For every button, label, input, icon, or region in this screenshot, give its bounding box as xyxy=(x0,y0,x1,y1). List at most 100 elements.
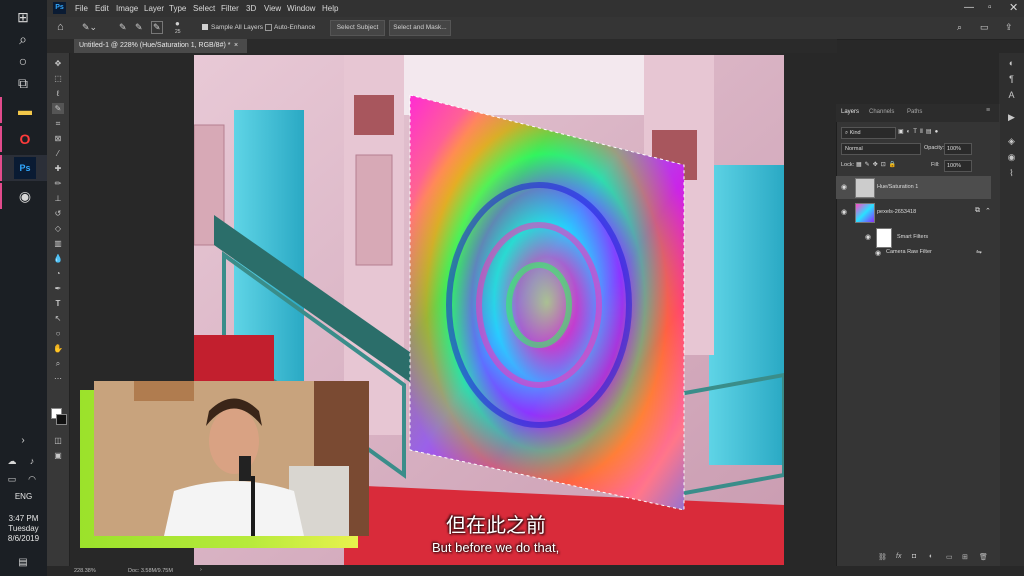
brush-tool-icon[interactable]: ✏ xyxy=(52,178,64,189)
type-tool-icon[interactable]: T xyxy=(52,298,64,309)
wifi-icon[interactable]: ◠ xyxy=(26,468,38,490)
select-and-mask-button[interactable]: Select and Mask... xyxy=(389,20,451,36)
layer-row[interactable]: ◉ Hue/Saturation 1 xyxy=(836,176,991,199)
menu-filter[interactable]: Filter xyxy=(221,4,239,13)
tab-channels[interactable]: Channels xyxy=(869,109,894,115)
menu-edit[interactable]: Edit xyxy=(95,4,109,13)
notification-icon[interactable]: ▤ xyxy=(12,552,34,574)
menu-select[interactable]: Select xyxy=(193,4,215,13)
home-icon[interactable]: ⌂ xyxy=(57,21,64,33)
minimize-icon[interactable]: — xyxy=(964,2,974,13)
visibility-eye-icon[interactable]: ◉ xyxy=(841,208,847,216)
history-brush-tool-icon[interactable]: ↺ xyxy=(52,208,64,219)
obs-app[interactable]: ◉ xyxy=(0,183,49,209)
add-selection-icon[interactable]: ✎ xyxy=(135,22,143,33)
visibility-eye-icon[interactable]: ◉ xyxy=(865,233,871,241)
task-view-icon[interactable]: ⧉ xyxy=(12,72,34,94)
menu-layer[interactable]: Layer xyxy=(144,4,164,13)
screen-mode-icon[interactable]: ▣ xyxy=(52,450,64,461)
zoom-tool-icon[interactable]: ⌕ xyxy=(52,358,64,369)
crop-tool-icon[interactable]: ⌗ xyxy=(52,118,64,129)
quick-select-tool-icon[interactable]: ✎⌄ xyxy=(82,22,97,33)
menu-type[interactable]: Type xyxy=(169,4,186,13)
link-layers-icon[interactable]: ⛓ xyxy=(878,553,887,561)
collapse-filters-icon[interactable]: ⌃ xyxy=(985,207,991,215)
menu-view[interactable]: View xyxy=(264,4,281,13)
layer-name[interactable]: pexels-2653418 xyxy=(877,209,916,215)
brush-preview-icon[interactable]: ● xyxy=(175,19,180,28)
chevron-up-icon[interactable]: › xyxy=(12,430,34,452)
file-explorer-app[interactable]: ▬ xyxy=(0,97,49,123)
lock-icons[interactable]: ▦✎✥⊡🔒 xyxy=(856,161,899,168)
clone-stamp-tool-icon[interactable]: ⊥ xyxy=(52,193,64,204)
layers-icon[interactable]: ◈ xyxy=(1005,135,1018,147)
opacity-input[interactable]: 100% xyxy=(944,143,972,155)
visibility-eye-icon[interactable]: ◉ xyxy=(841,183,847,191)
lasso-tool-icon[interactable]: ℓ xyxy=(52,88,64,99)
subtract-selection-icon[interactable]: ✎ xyxy=(151,21,163,34)
new-selection-icon[interactable]: ✎ xyxy=(119,22,127,33)
sample-all-layers-checkbox[interactable] xyxy=(202,24,208,30)
blur-tool-icon[interactable]: 💧 xyxy=(52,253,64,264)
workspace-icon[interactable]: ▭ xyxy=(980,22,989,33)
search-icon[interactable]: ⌕ xyxy=(957,22,962,33)
select-subject-button[interactable]: Select Subject xyxy=(330,20,385,36)
share-icon[interactable]: ⇪ xyxy=(1005,22,1013,33)
cortana-icon[interactable]: ○ xyxy=(12,50,34,72)
adjustment-layer-icon[interactable]: ◐ xyxy=(929,553,933,560)
visibility-eye-icon[interactable]: ◉ xyxy=(875,249,881,257)
character-icon[interactable]: A xyxy=(1005,89,1018,101)
gradient-tool-icon[interactable]: ▥ xyxy=(52,238,64,249)
dodge-tool-icon[interactable]: ◔ xyxy=(52,268,64,279)
group-icon[interactable]: ▭ xyxy=(946,553,953,561)
delete-layer-icon[interactable]: 🗑 xyxy=(979,553,988,561)
brush-size[interactable]: 25 xyxy=(175,29,181,35)
channels-icon[interactable]: ◉ xyxy=(1005,151,1018,163)
fill-input[interactable]: 100% xyxy=(944,160,972,172)
tab-layers[interactable]: Layers xyxy=(841,109,859,115)
fx-icon[interactable]: fx xyxy=(896,553,901,560)
photoshop-app[interactable]: Ps xyxy=(0,155,49,181)
layer-name[interactable]: Hue/Saturation 1 xyxy=(877,184,918,190)
path-selection-tool-icon[interactable]: ↖ xyxy=(52,313,64,324)
filter-options-icon[interactable]: ⇋ xyxy=(976,248,982,256)
ellipse-tool-icon[interactable]: ○ xyxy=(52,328,64,339)
menu-help[interactable]: Help xyxy=(322,4,338,13)
zoom-level[interactable]: 228.38% xyxy=(74,568,96,574)
language-indicator[interactable]: ENG xyxy=(0,492,47,501)
status-arrow-icon[interactable]: › xyxy=(200,567,202,573)
eraser-tool-icon[interactable]: ◇ xyxy=(52,223,64,234)
opera-app[interactable]: O xyxy=(0,126,49,152)
quick-selection-tool-icon[interactable]: ✎ xyxy=(52,103,64,114)
actions-icon[interactable]: ▶ xyxy=(1005,111,1018,123)
pen-tool-icon[interactable]: ✒ xyxy=(52,283,64,294)
eyedropper-tool-icon[interactable]: ⁄ xyxy=(52,148,64,159)
add-mask-icon[interactable]: ◘ xyxy=(912,553,916,560)
filter-type-icons[interactable]: ▣◐TⅡ▤● xyxy=(898,128,941,135)
color-icon[interactable]: ◐ xyxy=(1005,57,1018,69)
tab-paths[interactable]: Paths xyxy=(907,109,922,115)
windows-start-icon[interactable]: ⊞ xyxy=(12,6,34,28)
menu-window[interactable]: Window xyxy=(287,4,315,13)
background-color-swatch[interactable] xyxy=(56,414,67,425)
blend-mode-select[interactable]: Normal xyxy=(841,143,921,155)
menu-3d[interactable]: 3D xyxy=(246,4,256,13)
healing-tool-icon[interactable]: ✚ xyxy=(52,163,64,174)
document-tab[interactable]: Untitled-1 @ 228% (Hue/Saturation 1, RGB… xyxy=(74,39,247,53)
filter-mask-thumbnail[interactable] xyxy=(876,228,892,248)
auto-enhance-checkbox[interactable] xyxy=(265,24,272,31)
layer-row[interactable]: ◉ pexels-2653418 ⧉ ⌃ xyxy=(836,201,991,224)
panel-menu-icon[interactable]: ≡ xyxy=(986,107,990,114)
marquee-tool-icon[interactable]: ⬚ xyxy=(52,73,64,84)
clock-time[interactable]: 3:47 PM xyxy=(0,514,47,523)
close-icon[interactable]: ✕ xyxy=(1009,1,1018,14)
menu-file[interactable]: File xyxy=(75,4,88,13)
document-size[interactable]: Doc: 3.58M/9.75M xyxy=(128,568,173,574)
maximize-icon[interactable]: ▫ xyxy=(988,2,992,13)
new-layer-icon[interactable]: ⊞ xyxy=(962,553,968,561)
search-icon[interactable]: ⌕ xyxy=(12,28,34,50)
quick-mask-icon[interactable]: ◫ xyxy=(52,435,64,446)
hand-tool-icon[interactable]: ✋ xyxy=(52,343,64,354)
paths-icon[interactable]: ⌇ xyxy=(1005,167,1018,179)
camera-raw-filter-label[interactable]: Camera Raw Filter xyxy=(886,249,932,255)
